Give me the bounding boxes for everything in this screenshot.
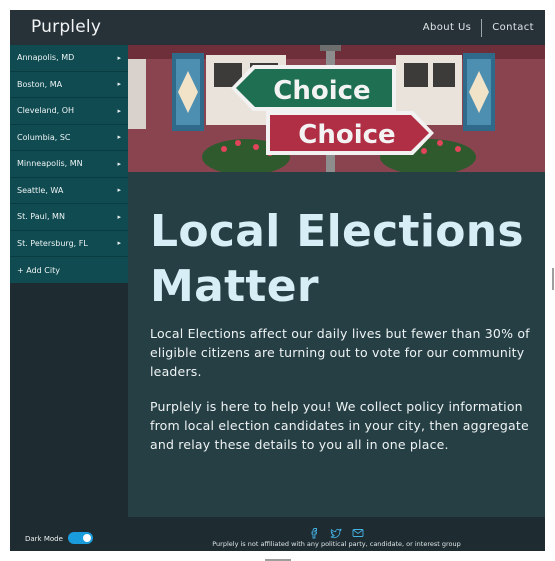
app-frame: Purplely About Us Contact Annapolis, MD … [10,10,545,551]
sidebar-item-city[interactable]: Columbia, SC ▸ [10,124,128,151]
sidebar-item-city[interactable]: Boston, MA ▸ [10,71,128,98]
facebook-icon[interactable] [308,524,320,539]
add-city-button[interactable]: + Add City [10,257,128,283]
top-bar: Purplely About Us Contact [10,10,545,45]
main-content: Local Elections Matter Local Elections a… [128,172,545,517]
top-nav: About Us Contact [423,10,534,45]
mail-icon[interactable] [352,524,364,537]
sidebar-item-city[interactable]: Annapolis, MD ▸ [10,45,128,72]
footer-disclaimer: Purplely is not affiliated with any poli… [212,540,461,548]
chevron-right-icon: ▸ [117,53,121,62]
chevron-right-icon: ▸ [117,106,121,115]
toggle-knob [83,534,91,542]
sidebar-item-city[interactable]: Minneapolis, MN ▸ [10,151,128,178]
social-links [308,524,364,539]
chevron-right-icon: ▸ [117,159,121,168]
sidebar-item-label: St. Petersburg, FL [17,238,88,248]
sidebar-item-label: Minneapolis, MN [17,159,83,169]
footer: Dark Mode Purplely is not affiliated wit… [10,517,545,551]
choice-signs-illustration: Choice Choice [128,45,545,172]
nav-contact-link[interactable]: Contact [492,22,534,33]
sidebar-item-label: Cleveland, OH [17,106,75,116]
sidebar-item-city[interactable]: St. Paul, MN ▸ [10,204,128,231]
twitter-icon[interactable] [330,524,342,539]
chevron-right-icon: ▸ [117,239,121,248]
brand-logo[interactable]: Purplely [31,17,101,37]
sidebar-item-label: Columbia, SC [17,132,71,142]
nav-about-link[interactable]: About Us [423,22,471,33]
page-title: Local Elections Matter [150,206,524,312]
mission-paragraph: Purplely is here to help you! We collect… [150,399,529,452]
sign-bottom-text: Choice [298,120,395,150]
scrollbar-thumb[interactable] [552,268,554,290]
hero-image: Choice Choice [128,45,545,172]
chevron-right-icon: ▸ [117,186,121,195]
chevron-right-icon: ▸ [117,80,121,89]
intro-paragraph: Local Elections affect our daily lives b… [150,326,530,379]
sign-top-text: Choice [273,76,370,106]
chevron-right-icon: ▸ [117,133,121,142]
nav-divider [481,18,483,37]
sidebar-item-city[interactable]: Seattle, WA ▸ [10,177,128,204]
city-sidebar: Annapolis, MD ▸ Boston, MA ▸ Cleveland, … [10,45,128,517]
chevron-right-icon: ▸ [117,212,121,221]
sidebar-item-label: Annapolis, MD [17,53,75,63]
sidebar-item-city[interactable]: St. Petersburg, FL ▸ [10,230,128,257]
sidebar-item-label: Seattle, WA [17,185,64,195]
sidebar-item-label: Boston, MA [17,79,63,89]
dark-mode-label: Dark Mode [25,535,63,543]
dark-mode-toggle[interactable] [68,532,93,544]
sidebar-item-label: St. Paul, MN [17,212,65,222]
sidebar-item-city[interactable]: Cleveland, OH ▸ [10,98,128,125]
